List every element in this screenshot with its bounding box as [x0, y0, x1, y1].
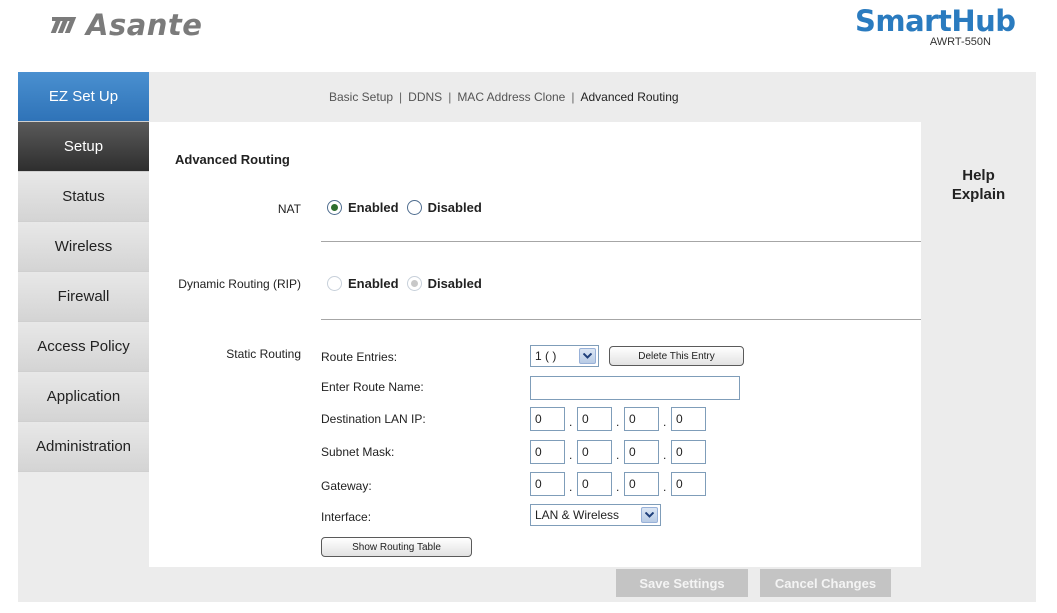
help-panel: Help Explain — [921, 166, 1036, 204]
ip-dot: . — [616, 415, 620, 429]
ip-dot: . — [569, 480, 573, 494]
ip-dot: . — [616, 448, 620, 462]
sidebar-item-application[interactable]: Application — [18, 372, 149, 422]
main-frame: EZ Set Up Setup Status Wireless Firewall… — [18, 72, 1036, 602]
subnet-label: Subnet Mask: — [321, 445, 395, 459]
route-name-label: Enter Route Name: — [321, 380, 424, 394]
route-name-input[interactable] — [530, 376, 740, 400]
gateway-octet-4[interactable]: 0 — [671, 472, 706, 496]
rip-disabled-radio[interactable] — [406, 276, 422, 291]
section-title: Advanced Routing — [175, 152, 290, 167]
sidebar-item-ez-setup[interactable]: EZ Set Up — [18, 72, 149, 122]
help-explain: Explain — [951, 186, 1006, 203]
sidebar-item-firewall[interactable]: Firewall — [18, 272, 149, 322]
ip-dot: . — [569, 448, 573, 462]
dest-ip-octet-3[interactable]: 0 — [624, 407, 659, 431]
rip-enabled-radio[interactable] — [327, 276, 342, 291]
logo-text: Asante — [86, 8, 203, 42]
interface-select[interactable]: LAN & Wireless — [530, 504, 661, 526]
radio-selected-dot — [331, 204, 338, 211]
rip-enabled-label: Enabled — [348, 276, 399, 291]
asante-logo-icon — [50, 15, 78, 35]
gateway-label: Gateway: — [321, 479, 372, 493]
nat-enabled-radio[interactable] — [327, 200, 342, 215]
subnav-separator: | — [399, 90, 403, 104]
divider — [321, 319, 921, 320]
subnav-basic-setup[interactable]: Basic Setup — [329, 90, 393, 104]
ip-dot: . — [663, 480, 667, 494]
radio-selected-dot — [410, 280, 418, 287]
content-panel: Advanced Routing NAT Enabled Disabled Dy… — [149, 122, 921, 567]
nat-disabled-label: Disabled — [427, 200, 482, 215]
divider — [321, 241, 921, 242]
ip-dot: . — [569, 415, 573, 429]
sidebar-item-access-policy[interactable]: Access Policy — [18, 322, 149, 372]
subnav-ddns[interactable]: DDNS — [408, 90, 442, 104]
nat-disabled-radio[interactable] — [406, 200, 422, 215]
interface-label: Interface: — [321, 510, 372, 524]
dest-ip-octet-2[interactable]: 0 — [577, 407, 612, 431]
chevron-down-icon — [641, 507, 658, 523]
subnav-separator: | — [571, 90, 575, 104]
sidebar-item-administration[interactable]: Administration — [18, 422, 149, 472]
nat-radio-group: Enabled Disabled — [327, 200, 490, 215]
subnet-octet-3[interactable]: 0 — [624, 440, 659, 464]
sub-navigation: Basic Setup | DDNS | MAC Address Clone |… — [149, 72, 921, 122]
nat-enabled-label: Enabled — [348, 200, 399, 215]
subnav-mac-address-clone[interactable]: MAC Address Clone — [457, 90, 565, 104]
ip-dot: . — [663, 448, 667, 462]
gateway-octet-2[interactable]: 0 — [577, 472, 612, 496]
rip-radio-group: Enabled Disabled — [327, 276, 490, 291]
rip-disabled-label: Disabled — [427, 276, 482, 291]
interface-value: LAN & Wireless — [535, 508, 620, 522]
subnav-advanced-routing[interactable]: Advanced Routing — [580, 90, 678, 104]
ip-dot: . — [616, 480, 620, 494]
subnet-octet-2[interactable]: 0 — [577, 440, 612, 464]
route-entries-value: 1 ( ) — [535, 349, 557, 363]
route-entries-select[interactable]: 1 ( ) — [530, 345, 599, 367]
ip-dot: . — [663, 415, 667, 429]
sidebar-item-wireless[interactable]: Wireless — [18, 222, 149, 272]
rip-label: Dynamic Routing (RIP) — [178, 277, 301, 291]
delete-entry-button[interactable]: Delete This Entry — [609, 346, 744, 366]
static-routing-label: Static Routing — [226, 347, 301, 361]
sidebar-item-setup[interactable]: Setup — [18, 122, 149, 172]
gateway-octet-1[interactable]: 0 — [530, 472, 565, 496]
dest-ip-label: Destination LAN IP: — [321, 412, 426, 426]
asante-logo: Asante — [50, 8, 203, 42]
brand: SmartHub AWRT-550N — [855, 4, 1016, 48]
route-entries-label: Route Entries: — [321, 350, 398, 364]
chevron-down-icon — [579, 348, 596, 364]
header: Asante SmartHub AWRT-550N — [0, 0, 1057, 72]
subnet-octet-1[interactable]: 0 — [530, 440, 565, 464]
subnav-separator: | — [448, 90, 452, 104]
dest-ip-octet-4[interactable]: 0 — [671, 407, 706, 431]
gateway-octet-3[interactable]: 0 — [624, 472, 659, 496]
nat-label: NAT — [277, 202, 301, 216]
help-title: Help — [962, 167, 995, 184]
save-settings-button[interactable]: Save Settings — [616, 569, 748, 597]
brand-name: SmartHub — [855, 4, 1016, 38]
sidebar: EZ Set Up Setup Status Wireless Firewall… — [18, 72, 149, 602]
subnet-octet-4[interactable]: 0 — [671, 440, 706, 464]
show-routing-table-button[interactable]: Show Routing Table — [321, 537, 472, 557]
cancel-changes-button[interactable]: Cancel Changes — [760, 569, 891, 597]
sidebar-item-status[interactable]: Status — [18, 172, 149, 222]
dest-ip-octet-1[interactable]: 0 — [530, 407, 565, 431]
